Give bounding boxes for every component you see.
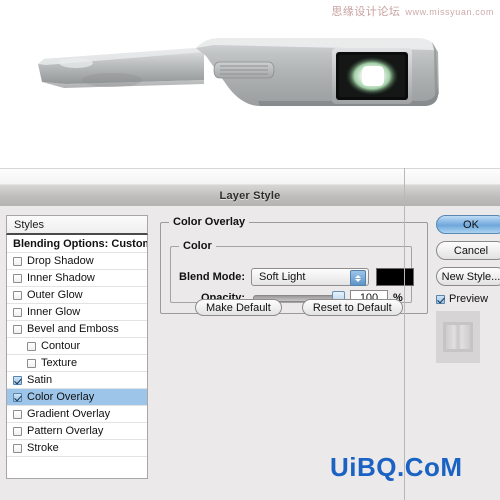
style-row-label: Inner Shadow	[27, 272, 95, 284]
style-row-inner-glow[interactable]: Inner Glow	[7, 304, 147, 321]
style-row-label: Inner Glow	[27, 306, 81, 318]
screenshot-root: 思缘设计论坛 www.missyuan.com Layer Style Styl…	[0, 0, 500, 500]
style-row-drop-shadow[interactable]: Drop Shadow	[7, 253, 147, 270]
color-subgroup-legend: Color	[179, 240, 216, 252]
color-overlay-group: Color Overlay Color Blend Mode: Soft Lig…	[160, 216, 428, 316]
dialog-title: Layer Style	[219, 190, 281, 202]
style-row-label: Blending Options: Custom	[13, 237, 148, 250]
style-row-label: Pattern Overlay	[27, 425, 104, 437]
style-checkbox[interactable]	[13, 375, 22, 385]
watermark-url-text: www.missyuan.com	[405, 7, 494, 17]
tutorial-photo	[0, 0, 500, 168]
cancel-button[interactable]: Cancel	[436, 241, 500, 260]
styles-header: Styles	[6, 215, 148, 235]
styles-column: Styles Blending Options: Custom Drop Shad…	[6, 215, 154, 500]
dialog-top-gap	[0, 169, 500, 184]
style-checkbox[interactable]	[13, 290, 22, 300]
style-row-label: Stroke	[27, 442, 59, 454]
style-row-blending-options-custom[interactable]: Blending Options: Custom	[7, 235, 147, 253]
dialog-titlebar[interactable]: Layer Style	[0, 184, 500, 208]
reset-to-default-button[interactable]: Reset to Default	[301, 299, 403, 316]
style-row-pattern-overlay[interactable]: Pattern Overlay	[7, 423, 147, 440]
make-default-button[interactable]: Make Default	[195, 299, 282, 316]
style-row-label: Outer Glow	[27, 289, 83, 301]
ok-button[interactable]: OK	[436, 215, 500, 234]
styles-list[interactable]: Blending Options: Custom Drop Shadow Inner…	[6, 235, 148, 479]
blend-mode-label: Blend Mode:	[179, 271, 245, 283]
style-row-label: Contour	[41, 340, 81, 352]
style-row-texture[interactable]: Texture	[7, 355, 147, 372]
style-row-label: Satin	[27, 374, 53, 386]
blend-mode-row: Blend Mode: Soft Light	[179, 268, 414, 286]
stepper-arrows-icon[interactable]	[350, 270, 366, 286]
style-checkbox[interactable]	[13, 392, 22, 402]
style-row-color-overlay[interactable]: Color Overlay	[7, 389, 147, 406]
blend-mode-value: Soft Light	[259, 271, 306, 283]
style-row-outer-glow[interactable]: Outer Glow	[7, 287, 147, 304]
style-checkbox[interactable]	[13, 426, 22, 436]
style-row-contour[interactable]: Contour	[7, 338, 147, 355]
style-checkbox[interactable]	[27, 341, 36, 351]
style-checkbox[interactable]	[13, 256, 22, 266]
new-style-button[interactable]: New Style...	[436, 267, 500, 286]
style-row-bevel-and-emboss[interactable]: Bevel and Emboss	[7, 321, 147, 338]
style-row-satin[interactable]: Satin	[7, 372, 147, 389]
overlay-divider-line	[404, 168, 405, 500]
styles-header-label: Styles	[14, 218, 44, 231]
lens-screen	[332, 48, 412, 104]
grill-detail	[213, 61, 275, 79]
style-row-gradient-overlay[interactable]: Gradient Overlay	[7, 406, 147, 423]
style-row-label: Drop Shadow	[27, 255, 94, 267]
preview-label: Preview	[449, 293, 489, 305]
style-row-stroke[interactable]: Stroke	[7, 440, 147, 457]
style-row-inner-shadow[interactable]: Inner Shadow	[7, 270, 147, 287]
style-row-label: Gradient Overlay	[27, 408, 111, 420]
preview-row[interactable]: Preview	[436, 293, 500, 305]
preview-checkbox[interactable]	[436, 294, 445, 304]
metallic-device-illustration	[38, 38, 439, 106]
style-row-label: Texture	[41, 357, 78, 369]
style-checkbox[interactable]	[27, 358, 36, 368]
color-overlay-group-legend: Color Overlay	[169, 216, 250, 228]
blend-mode-select[interactable]: Soft Light	[251, 268, 369, 286]
preview-thumbnail-shape	[443, 322, 473, 352]
style-checkbox[interactable]	[13, 324, 22, 334]
style-checkbox[interactable]	[13, 443, 22, 453]
style-row-label: Color Overlay	[27, 391, 95, 403]
layer-style-dialog: Layer Style Styles Blending Options: Cus…	[0, 168, 500, 500]
color-swatch[interactable]	[376, 268, 414, 286]
color-subgroup: Color Blend Mode: Soft Light Opacity: 10…	[170, 240, 414, 306]
style-checkbox[interactable]	[13, 409, 22, 419]
watermark-cn-text: 思缘设计论坛	[331, 6, 401, 18]
style-checkbox[interactable]	[13, 273, 22, 283]
style-row-label: Bevel and Emboss	[27, 323, 119, 335]
bottom-watermark: UiBQ.CoM	[330, 452, 463, 482]
top-watermark: 思缘设计论坛 www.missyuan.com	[331, 3, 494, 19]
default-buttons-row: Make Default Reset to Default	[195, 299, 403, 316]
style-checkbox[interactable]	[13, 307, 22, 317]
preview-thumbnail	[436, 311, 480, 363]
